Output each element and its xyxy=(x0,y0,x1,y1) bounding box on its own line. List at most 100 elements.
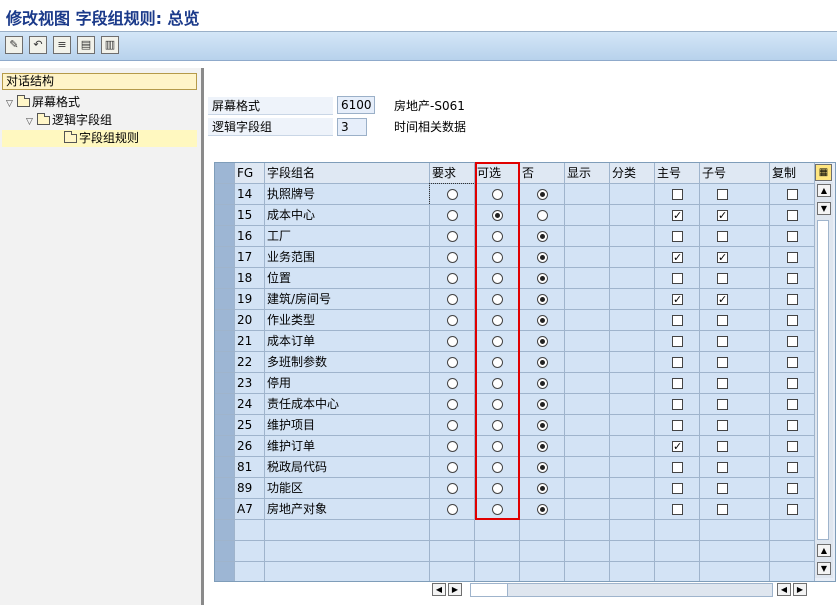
row-selector[interactable] xyxy=(215,478,235,499)
empty-table-row[interactable] xyxy=(215,541,815,562)
suppress-radio[interactable] xyxy=(537,483,548,494)
expand-triangle-icon[interactable]: ▽ xyxy=(6,96,17,113)
main-number-checkbox[interactable] xyxy=(672,315,683,326)
row-selector[interactable] xyxy=(215,394,235,415)
column-header-copy[interactable]: 复制 xyxy=(770,163,815,184)
main-number-checkbox[interactable] xyxy=(672,357,683,368)
copy-checkbox[interactable] xyxy=(787,504,798,515)
row-selector[interactable] xyxy=(215,289,235,310)
main-number-checkbox[interactable] xyxy=(672,462,683,473)
sub-number-checkbox[interactable] xyxy=(717,231,728,242)
sub-number-checkbox[interactable]: ✓ xyxy=(717,252,728,263)
table-row[interactable]: 22 多班制参数 xyxy=(215,352,815,373)
select-all-column[interactable] xyxy=(215,163,235,184)
suppress-radio[interactable] xyxy=(537,462,548,473)
required-radio[interactable] xyxy=(447,231,458,242)
suppress-radio[interactable] xyxy=(537,504,548,515)
table-row[interactable]: 18 位置 xyxy=(215,268,815,289)
optional-radio[interactable] xyxy=(492,252,503,263)
optional-radio[interactable] xyxy=(492,315,503,326)
table-row[interactable]: 21 成本订单 xyxy=(215,331,815,352)
main-number-checkbox[interactable] xyxy=(672,273,683,284)
copy-checkbox[interactable] xyxy=(787,483,798,494)
main-number-checkbox[interactable] xyxy=(672,504,683,515)
main-number-checkbox[interactable] xyxy=(672,231,683,242)
sub-number-checkbox[interactable] xyxy=(717,273,728,284)
sub-number-checkbox[interactable] xyxy=(717,420,728,431)
optional-radio[interactable] xyxy=(492,336,503,347)
column-header-optional[interactable]: 可选 xyxy=(475,163,520,184)
column-header-name[interactable]: 字段组名 xyxy=(265,163,430,184)
required-radio[interactable] xyxy=(447,357,458,368)
scroll-left-icon[interactable]: ◀ xyxy=(432,583,446,596)
optional-radio[interactable] xyxy=(492,483,503,494)
table-row[interactable]: 89 功能区 xyxy=(215,478,815,499)
optional-radio[interactable] xyxy=(492,441,503,452)
scroll-up-icon[interactable]: ▲ xyxy=(817,184,831,197)
main-number-checkbox[interactable] xyxy=(672,399,683,410)
tree-node-field-group-rules[interactable]: 字段组规则 xyxy=(2,130,197,147)
required-radio[interactable] xyxy=(447,336,458,347)
main-number-checkbox[interactable]: ✓ xyxy=(672,294,683,305)
column-header-main[interactable]: 主号 xyxy=(655,163,700,184)
empty-table-row[interactable] xyxy=(215,520,815,541)
column-header-required[interactable]: 要求 xyxy=(430,163,475,184)
copy-checkbox[interactable] xyxy=(787,336,798,347)
row-selector[interactable] xyxy=(215,373,235,394)
sub-number-checkbox[interactable] xyxy=(717,399,728,410)
suppress-radio[interactable] xyxy=(537,420,548,431)
column-scroll-left[interactable]: ◀ ▶ xyxy=(432,583,466,597)
table-row[interactable]: 14 执照牌号 xyxy=(215,183,815,206)
row-selector[interactable] xyxy=(215,457,235,478)
sub-number-checkbox[interactable]: ✓ xyxy=(717,210,728,221)
copy-checkbox[interactable] xyxy=(787,294,798,305)
table-row[interactable]: 20 作业类型 xyxy=(215,310,815,331)
vertical-scrollbar[interactable]: ▲ ▼ ▲ ▼ xyxy=(814,182,833,578)
table-row[interactable]: 17 业务范围 ✓ ✓ xyxy=(215,247,815,268)
horizontal-scroll-thumb[interactable] xyxy=(471,584,508,596)
empty-table-row[interactable] xyxy=(215,562,815,581)
required-radio[interactable] xyxy=(447,189,458,200)
sub-number-checkbox[interactable]: ✓ xyxy=(717,294,728,305)
copy-checkbox[interactable] xyxy=(787,399,798,410)
scroll-thumb[interactable] xyxy=(817,220,829,540)
main-number-checkbox[interactable] xyxy=(672,483,683,494)
row-selector[interactable] xyxy=(215,310,235,331)
required-radio[interactable] xyxy=(447,294,458,305)
required-radio[interactable] xyxy=(447,504,458,515)
required-radio[interactable] xyxy=(447,378,458,389)
table-row[interactable]: 19 建筑/房间号 ✓ ✓ xyxy=(215,289,815,310)
copy-checkbox[interactable] xyxy=(787,315,798,326)
copy-checkbox[interactable] xyxy=(787,231,798,242)
column-header-sub[interactable]: 子号 xyxy=(700,163,770,184)
edit-icon[interactable]: ✎ xyxy=(5,36,23,54)
table-row[interactable]: 16 工厂 xyxy=(215,226,815,247)
scroll-left-icon[interactable]: ◀ xyxy=(777,583,791,596)
required-radio[interactable] xyxy=(447,273,458,284)
suppress-radio[interactable] xyxy=(537,231,548,242)
copy-checkbox[interactable] xyxy=(787,378,798,389)
suppress-radio[interactable] xyxy=(537,441,548,452)
suppress-radio[interactable] xyxy=(537,273,548,284)
main-number-checkbox[interactable] xyxy=(672,420,683,431)
logical-group-field[interactable]: 3 xyxy=(337,118,367,136)
copy-checkbox[interactable] xyxy=(787,273,798,284)
scroll-page-up-icon[interactable]: ▲ xyxy=(817,544,831,557)
suppress-radio[interactable] xyxy=(537,189,548,200)
table-row[interactable]: A7 房地产对象 xyxy=(215,499,815,520)
table-row[interactable]: 24 责任成本中心 xyxy=(215,394,815,415)
row-selector[interactable] xyxy=(215,352,235,373)
column-header-class[interactable]: 分类 xyxy=(610,163,655,184)
row-selector[interactable] xyxy=(215,415,235,436)
required-radio[interactable] xyxy=(447,399,458,410)
column-header-fg[interactable]: FG xyxy=(235,163,265,184)
optional-radio[interactable] xyxy=(492,273,503,284)
copy-checkbox[interactable] xyxy=(787,252,798,263)
optional-radio[interactable] xyxy=(492,420,503,431)
table-row[interactable]: 23 停用 xyxy=(215,373,815,394)
suppress-radio[interactable] xyxy=(537,336,548,347)
expand-triangle-icon[interactable]: ▽ xyxy=(26,114,37,131)
tree-node-logical-group[interactable]: ▽ 逻辑字段组 xyxy=(26,112,112,129)
sub-number-checkbox[interactable] xyxy=(717,189,728,200)
horizontal-scrollbar[interactable] xyxy=(470,583,773,597)
